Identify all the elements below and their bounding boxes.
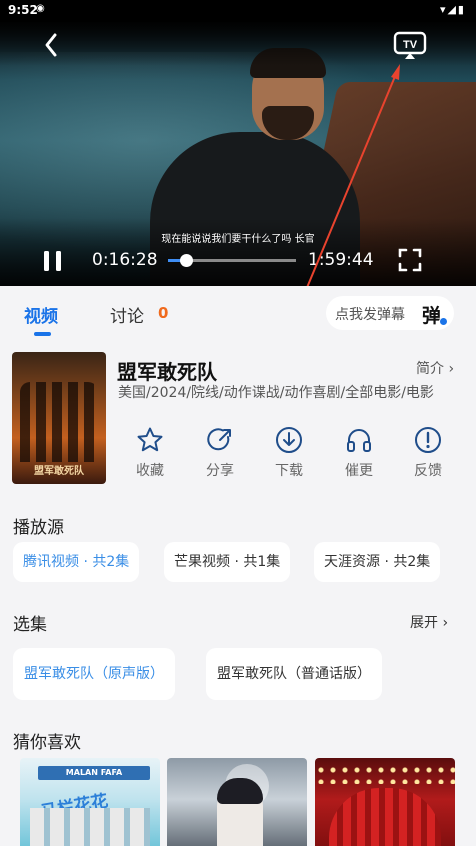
danmu-placeholder: 点我发弹幕 [335, 307, 405, 323]
tab-active-indicator [34, 332, 51, 336]
thumbnail-sign-text: MALAN FAFA [38, 766, 150, 780]
status-icons: ▾◢▮ [439, 3, 466, 16]
tv-cast-icon: TV [393, 31, 427, 59]
status-time: 9:52 [8, 3, 38, 17]
cast-to-tv-button[interactable]: TV [392, 30, 428, 60]
back-button[interactable] [36, 30, 66, 60]
tv-label: TV [403, 39, 418, 51]
video-subtitle: 现在能说说我们要干什么了吗 长官 [161, 234, 315, 245]
expand-episodes-link[interactable]: 展开 › [410, 612, 448, 632]
headphones-icon [347, 429, 371, 452]
danmu-check-badge [439, 317, 448, 326]
movie-poster: 盟军敢死队 [12, 352, 106, 484]
seek-bar-handle[interactable] [179, 254, 193, 267]
feedback-label: 反馈 [414, 463, 442, 479]
recommend-title: 猜你喜欢 [13, 733, 81, 753]
favorite-label: 收藏 [136, 463, 164, 479]
chevron-left-icon [45, 33, 57, 57]
tab-discussion[interactable]: 讨论 [110, 302, 144, 327]
status-bar: 9:52 ◉ ▾◢▮ [0, 0, 476, 22]
action-bar: 收藏 分享 下载 催更 反馈 [116, 426, 464, 486]
current-time: 0:16:28 [92, 250, 158, 270]
request-update-button[interactable]: 催更 [325, 426, 393, 480]
feedback-icon [415, 427, 441, 453]
chevron-right-icon: › [448, 361, 455, 377]
thumbnail-lights [315, 764, 455, 784]
download-icon [276, 427, 302, 453]
danmu-icon: 弹 [422, 305, 442, 327]
video-player[interactable]: TV 现在能说说我们要干什么了吗 长官 0:16:28 1:59:44 [0, 22, 476, 286]
content-tabs: 视频 讨论 0 点我发弹幕 弹 [0, 286, 476, 342]
tab-video[interactable]: 视频 [24, 302, 58, 327]
pause-icon [44, 251, 61, 271]
total-time: 1:59:44 [308, 250, 374, 270]
sources-title: 播放源 [13, 518, 64, 538]
fullscreen-icon [398, 248, 422, 272]
episodes-title: 选集 [13, 615, 47, 635]
thumbnail-curtain [329, 788, 441, 846]
episode-chip-mandarin[interactable]: 盟军敢死队（普通话版） [206, 648, 382, 700]
download-label: 下载 [275, 463, 303, 479]
intro-link[interactable]: 简介 › [416, 358, 454, 378]
download-button[interactable]: 下载 [255, 426, 323, 480]
feedback-button[interactable]: 反馈 [394, 426, 462, 480]
poster-figures [20, 382, 98, 462]
recommend-thumbnail-3[interactable] [315, 758, 455, 846]
seek-bar[interactable] [168, 254, 296, 267]
thumbnail-building [30, 808, 150, 846]
intro-link-label: 简介 [416, 361, 444, 377]
star-icon [137, 427, 163, 452]
send-danmu-button[interactable]: 点我发弹幕 弹 [326, 296, 454, 330]
expand-label: 展开 [410, 615, 438, 631]
notification-icon: ◉ [36, 3, 45, 14]
favorite-button[interactable]: 收藏 [116, 426, 184, 480]
episode-chip-original[interactable]: 盟军敢死队（原声版） [13, 648, 175, 700]
share-button[interactable]: 分享 [186, 426, 254, 480]
share-label: 分享 [206, 463, 234, 479]
source-chip-tencent[interactable]: 腾讯视频 · 共2集 [13, 542, 140, 582]
source-chip-mango[interactable]: 芒果视频 · 共1集 [164, 542, 291, 582]
discussion-count-badge: 0 [158, 304, 169, 322]
source-chip-tianya[interactable]: 天涯资源 · 共2集 [314, 542, 441, 582]
request-update-label: 催更 [345, 463, 373, 479]
recommend-thumbnail-1[interactable]: MALAN FAFA 马栏花花 [20, 758, 160, 846]
share-icon [207, 428, 231, 451]
recommend-thumbnail-2[interactable] [167, 758, 307, 846]
movie-tags: 美国/2024/院线/动作谍战/动作喜剧/全部电影/电影 [118, 385, 434, 401]
chevron-right-icon: › [442, 615, 449, 631]
fullscreen-button[interactable] [398, 248, 422, 272]
movie-title: 盟军敢死队 [117, 360, 217, 384]
poster-title: 盟军敢死队 [34, 466, 84, 477]
pause-button[interactable] [40, 248, 66, 274]
